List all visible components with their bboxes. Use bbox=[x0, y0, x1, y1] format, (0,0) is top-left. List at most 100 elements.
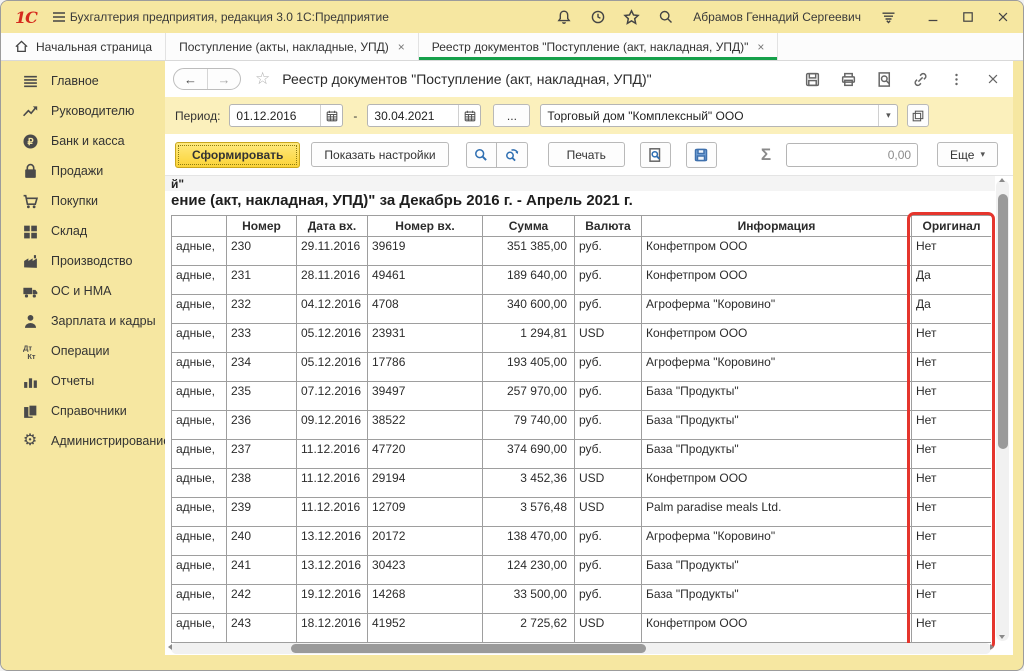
table-cell[interactable]: 238 bbox=[227, 469, 297, 498]
table-cell[interactable]: 340 600,00 bbox=[483, 295, 575, 324]
table-cell[interactable]: Нет bbox=[912, 614, 992, 643]
table-cell[interactable]: 13.12.2016 bbox=[297, 556, 368, 585]
table-row[interactable]: адные,23609.12.20163852279 740,00руб.Баз… bbox=[172, 411, 992, 440]
table-cell[interactable]: 241 bbox=[227, 556, 297, 585]
table-cell[interactable]: 242 bbox=[227, 585, 297, 614]
table-cell[interactable]: Конфетпром ООО bbox=[642, 324, 912, 353]
table-cell[interactable]: 33 500,00 bbox=[483, 585, 575, 614]
organization-select[interactable]: Торговый дом "Комплексный" ООО ▾ bbox=[540, 104, 898, 127]
table-cell[interactable]: 193 405,00 bbox=[483, 353, 575, 382]
table-cell[interactable]: 124 230,00 bbox=[483, 556, 575, 585]
horizontal-scroll-thumb[interactable] bbox=[291, 644, 646, 653]
table-row[interactable]: адные,23811.12.2016291943 452,36USDКонфе… bbox=[172, 469, 992, 498]
table-cell[interactable]: руб. bbox=[575, 266, 642, 295]
tab-postuplenie-list[interactable]: Поступление (акты, накладные, УПД) × bbox=[166, 33, 419, 60]
table-cell[interactable]: 38522 bbox=[368, 411, 483, 440]
table-cell[interactable]: 39497 bbox=[368, 382, 483, 411]
global-search-icon[interactable] bbox=[657, 9, 674, 26]
column-header[interactable]: Номер вх. bbox=[368, 216, 483, 237]
table-cell[interactable]: адные, bbox=[172, 440, 227, 469]
favorites-star-icon[interactable] bbox=[623, 9, 640, 26]
table-cell[interactable]: 09.12.2016 bbox=[297, 411, 368, 440]
sidebar-item-proizvodstvo[interactable]: Производство bbox=[1, 246, 165, 276]
table-cell[interactable]: Palm paradise meals Ltd. bbox=[642, 498, 912, 527]
date-to-input[interactable]: 30.04.2021 bbox=[367, 104, 481, 127]
scroll-down-arrow[interactable] bbox=[999, 635, 1005, 639]
table-cell[interactable]: 49461 bbox=[368, 266, 483, 295]
vertical-scroll-thumb[interactable] bbox=[998, 194, 1008, 449]
column-header[interactable]: Дата вх. bbox=[297, 216, 368, 237]
table-cell[interactable]: 20172 bbox=[368, 527, 483, 556]
scroll-up-arrow[interactable] bbox=[999, 178, 1005, 182]
table-cell[interactable]: 1 294,81 bbox=[483, 324, 575, 353]
save-report-button[interactable] bbox=[686, 142, 717, 168]
tab-reestr-dokumentov[interactable]: Реестр документов "Поступление (акт, нак… bbox=[419, 33, 779, 60]
table-cell[interactable]: Нет bbox=[912, 585, 992, 614]
vertical-scrollbar[interactable] bbox=[996, 180, 1009, 641]
save-icon[interactable] bbox=[804, 71, 821, 88]
sum-input[interactable]: 0,00 bbox=[786, 143, 918, 167]
table-cell[interactable]: Нет bbox=[912, 411, 992, 440]
table-cell[interactable]: 41952 bbox=[368, 614, 483, 643]
table-cell[interactable]: адные, bbox=[172, 266, 227, 295]
table-cell[interactable]: 11.12.2016 bbox=[297, 469, 368, 498]
table-cell[interactable]: 236 bbox=[227, 411, 297, 440]
print-button[interactable]: Печать bbox=[548, 142, 625, 167]
table-cell[interactable]: 79 740,00 bbox=[483, 411, 575, 440]
table-cell[interactable]: 14268 bbox=[368, 585, 483, 614]
table-cell[interactable]: Конфетпром ООО bbox=[642, 237, 912, 266]
table-cell[interactable]: USD bbox=[575, 469, 642, 498]
table-cell[interactable]: руб. bbox=[575, 527, 642, 556]
period-more-button[interactable]: ... bbox=[493, 104, 530, 127]
table-cell[interactable]: USD bbox=[575, 614, 642, 643]
table-row[interactable]: адные,23128.11.201649461189 640,00руб.Ко… bbox=[172, 266, 992, 295]
table-cell[interactable]: адные, bbox=[172, 498, 227, 527]
cancel-find-icon[interactable] bbox=[497, 142, 528, 168]
print-icon[interactable] bbox=[840, 71, 857, 88]
table-cell[interactable]: адные, bbox=[172, 585, 227, 614]
table-cell[interactable]: 04.12.2016 bbox=[297, 295, 368, 324]
sidebar-item-sklad[interactable]: Склад bbox=[1, 216, 165, 246]
table-cell[interactable]: 232 bbox=[227, 295, 297, 324]
table-row[interactable]: адные,23029.11.201639619351 385,00руб.Ко… bbox=[172, 237, 992, 266]
forward-button[interactable]: → bbox=[207, 69, 240, 89]
table-cell[interactable]: Конфетпром ООО bbox=[642, 469, 912, 498]
sidebar-item-pokupki[interactable]: Покупки bbox=[1, 186, 165, 216]
table-row[interactable]: адные,24113.12.201630423124 230,00руб.Ба… bbox=[172, 556, 992, 585]
table-cell[interactable]: адные, bbox=[172, 556, 227, 585]
table-cell[interactable]: 05.12.2016 bbox=[297, 324, 368, 353]
tab-home[interactable]: Начальная страница bbox=[1, 33, 166, 60]
column-header[interactable]: Валюта bbox=[575, 216, 642, 237]
table-cell[interactable]: 4708 bbox=[368, 295, 483, 324]
more-actions-icon[interactable] bbox=[948, 71, 965, 88]
table-cell[interactable]: руб. bbox=[575, 237, 642, 266]
history-icon[interactable] bbox=[589, 9, 606, 26]
table-cell[interactable]: 28.11.2016 bbox=[297, 266, 368, 295]
table-cell[interactable]: 29.11.2016 bbox=[297, 237, 368, 266]
table-cell[interactable]: 30423 bbox=[368, 556, 483, 585]
table-cell[interactable]: База "Продукты" bbox=[642, 382, 912, 411]
table-row[interactable]: адные,23711.12.201647720374 690,00руб.Ба… bbox=[172, 440, 992, 469]
find-icon[interactable] bbox=[466, 142, 497, 168]
table-cell[interactable]: адные, bbox=[172, 237, 227, 266]
horizontal-scrollbar[interactable] bbox=[171, 643, 991, 654]
table-row[interactable]: адные,24219.12.20161426833 500,00руб.Баз… bbox=[172, 585, 992, 614]
table-row[interactable]: адные,23507.12.201639497257 970,00руб.Ба… bbox=[172, 382, 992, 411]
table-cell[interactable]: 05.12.2016 bbox=[297, 353, 368, 382]
table-row[interactable]: адные,23305.12.2016239311 294,81USDКонфе… bbox=[172, 324, 992, 353]
table-cell[interactable]: 19.12.2016 bbox=[297, 585, 368, 614]
table-cell[interactable]: Нет bbox=[912, 498, 992, 527]
table-cell[interactable]: 231 bbox=[227, 266, 297, 295]
column-header[interactable]: Информация bbox=[642, 216, 912, 237]
table-row[interactable]: адные,24318.12.2016419522 725,62USDКонфе… bbox=[172, 614, 992, 643]
table-cell[interactable]: Да bbox=[912, 295, 992, 324]
calendar-icon[interactable] bbox=[320, 105, 342, 126]
sidebar-item-administrirovanie[interactable]: ⚙ Администрирование bbox=[1, 426, 165, 456]
table-cell[interactable]: 39619 bbox=[368, 237, 483, 266]
link-icon[interactable] bbox=[912, 71, 929, 88]
tab-close-icon[interactable]: × bbox=[757, 40, 764, 54]
table-cell[interactable]: 257 970,00 bbox=[483, 382, 575, 411]
preview-icon[interactable] bbox=[876, 71, 893, 88]
close-content-button[interactable] bbox=[984, 71, 1001, 88]
table-cell[interactable]: руб. bbox=[575, 295, 642, 324]
